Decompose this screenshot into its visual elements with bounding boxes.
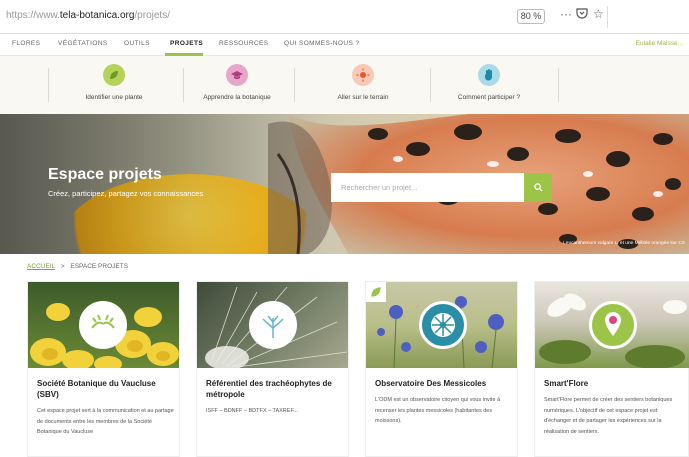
zoom-level[interactable]: 80 % <box>517 9 545 24</box>
card-title[interactable]: Observatoire Des Messicoles <box>375 378 513 389</box>
quicklink-participer[interactable]: Comment participer ? <box>409 56 569 114</box>
tree-logo <box>249 301 297 349</box>
nav-ressources[interactable]: RESSOURCES <box>219 40 269 47</box>
search-icon <box>533 183 543 192</box>
toolbar-separator <box>607 6 608 28</box>
url-field[interactable]: https://www.tela-botanica.org/projets/ <box>6 10 170 21</box>
card-title[interactable]: Société Botanique du Vaucluse (SBV) <box>37 378 175 400</box>
nav-vegetations[interactable]: VÉGÉTATIONS <box>58 40 108 47</box>
url-prefix: https://www. <box>6 10 60 21</box>
url-path: /projets/ <box>134 10 170 21</box>
pocket-icon[interactable] <box>576 7 588 22</box>
user-link[interactable]: Eulalie Malsse... <box>636 40 683 47</box>
breadcrumb-separator: > <box>60 263 65 270</box>
bookmark-star-icon[interactable]: ☆ <box>593 7 604 21</box>
smartflore-logo <box>589 301 637 349</box>
project-card-smartflore[interactable]: Smart'Flore Smart'Flore permet de créer … <box>534 281 689 457</box>
search-button[interactable] <box>524 173 552 202</box>
more-icon[interactable]: ··· <box>560 7 572 21</box>
nav-qui-sommes-nous[interactable]: QUI SOMMES-NOUS ? <box>284 40 359 47</box>
project-search-input[interactable] <box>331 173 524 202</box>
nav-projets[interactable]: PROJETS <box>170 40 203 47</box>
card-description: Smart'Flore permet de créer des sentiers… <box>544 397 673 435</box>
card-description: Cet espace projet sert à la communicatio… <box>37 408 174 436</box>
project-card-referentiel[interactable]: Référentiel des trachéophytes de métropo… <box>196 281 349 457</box>
quicklink-label: Comment participer ? <box>457 94 521 101</box>
sbv-logo <box>79 301 127 349</box>
main-nav: FLORES VÉGÉTATIONS OUTILS PROJETS RESSOU… <box>0 34 689 56</box>
hero-title: Espace projets <box>48 166 162 183</box>
nav-flores[interactable]: FLORES <box>12 40 40 47</box>
hero-subtitle: Créez, participez, partagez vos connaiss… <box>48 189 204 198</box>
browser-toolbar: https://www.tela-botanica.org/projets/ 8… <box>0 0 689 34</box>
project-card-messicoles[interactable]: Observatoire Des Messicoles L'ODM est un… <box>365 281 518 457</box>
breadcrumb-current: ESPACE PROJETS <box>70 263 129 270</box>
hero-banner: Espace projets Créez, participez, partag… <box>0 114 689 254</box>
messicoles-logo <box>419 301 467 349</box>
graduation-cap-icon <box>226 64 248 86</box>
card-description: ISFF – BDNFF – BDTFX – TAXREF... <box>206 408 298 414</box>
hand-icon <box>478 64 500 86</box>
leaf-icon <box>103 64 125 86</box>
quick-links: Identifier une plante Apprendre la botan… <box>0 56 689 114</box>
card-title[interactable]: Référentiel des trachéophytes de métropo… <box>206 378 344 400</box>
nav-outils[interactable]: OUTILS <box>124 40 150 47</box>
card-description: L'ODM est un observatoire citoyen qui vo… <box>375 397 501 425</box>
breadcrumb: ACCUEIL > ESPACE PROJETS <box>27 263 128 270</box>
breadcrumb-home[interactable]: ACCUEIL <box>27 263 55 270</box>
project-card-sbv[interactable]: Société Botanique du Vaucluse (SBV) Cet … <box>27 281 180 457</box>
sun-icon <box>352 64 374 86</box>
photo-credit: Leucanthemum vulgare L. et une Mélitée o… <box>563 241 685 246</box>
leaf-corner-icon <box>366 282 386 302</box>
url-domain: tela-botanica.org <box>59 10 135 21</box>
card-title[interactable]: Smart'Flore <box>544 378 682 389</box>
hero-overlay <box>0 114 320 254</box>
